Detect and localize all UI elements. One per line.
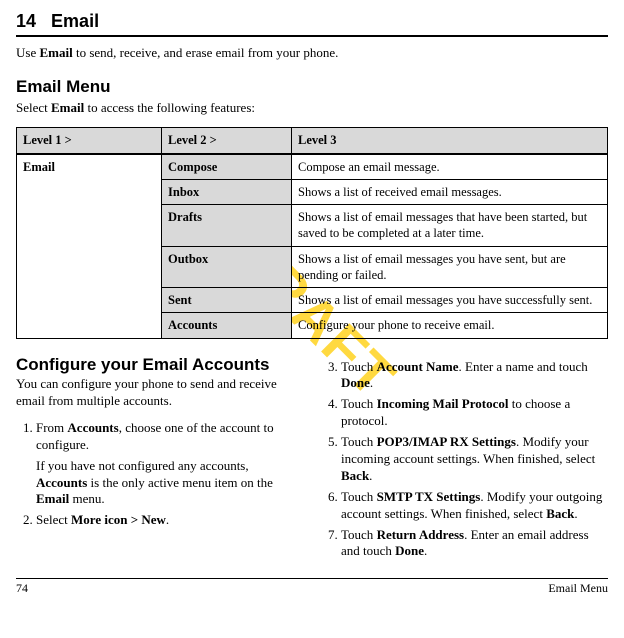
level2-cell: Inbox bbox=[162, 179, 292, 204]
configure-heading: Configure your Email Accounts bbox=[16, 355, 303, 375]
chapter-number: 14 bbox=[16, 11, 36, 31]
text: Touch bbox=[341, 359, 377, 374]
text-bold: Email bbox=[39, 45, 72, 60]
text-bold: SMTP TX Settings bbox=[377, 489, 481, 504]
text: . bbox=[166, 512, 169, 527]
text: Select bbox=[36, 512, 71, 527]
text: Select bbox=[16, 100, 51, 115]
text-bold: Return Address bbox=[377, 527, 465, 542]
text-bold: Accounts bbox=[67, 420, 118, 435]
text: to access the following features: bbox=[84, 100, 255, 115]
text-bold: Back bbox=[546, 506, 574, 521]
text: . Enter a name and touch bbox=[459, 359, 588, 374]
col-header-level1: Level 1 > bbox=[17, 128, 162, 154]
level3-cell: Shows a list of email messages you have … bbox=[292, 246, 608, 288]
right-column: Touch Account Name. Enter a name and tou… bbox=[321, 355, 608, 565]
list-item: Touch Account Name. Enter a name and tou… bbox=[341, 359, 608, 393]
level2-cell: Compose bbox=[162, 154, 292, 180]
text: . bbox=[424, 543, 427, 558]
list-item: Touch Return Address. Enter an email add… bbox=[341, 527, 608, 561]
level3-cell: Shows a list of received email messages. bbox=[292, 179, 608, 204]
text: . bbox=[370, 375, 373, 390]
footer-section: Email Menu bbox=[548, 581, 608, 597]
text: . bbox=[574, 506, 577, 521]
email-menu-heading: Email Menu bbox=[16, 76, 608, 98]
text: Touch bbox=[341, 434, 377, 449]
page-footer: 74 Email Menu bbox=[16, 578, 608, 597]
text: menu. bbox=[69, 491, 104, 506]
steps-list-right: Touch Account Name. Enter a name and tou… bbox=[321, 359, 608, 561]
text: If you have not configured any accounts, bbox=[36, 458, 249, 473]
features-table: Level 1 > Level 2 > Level 3 Email Compos… bbox=[16, 127, 608, 338]
text: Touch bbox=[341, 396, 377, 411]
step-note: If you have not configured any accounts,… bbox=[36, 458, 303, 509]
page-number: 74 bbox=[16, 581, 28, 597]
chapter-header-row: 14 Email bbox=[16, 10, 608, 37]
chapter-intro: Use Email to send, receive, and erase em… bbox=[16, 45, 608, 62]
level1-cell: Email bbox=[17, 154, 162, 339]
text-bold: Account Name bbox=[377, 359, 459, 374]
chapter-title: 14 Email bbox=[16, 10, 608, 33]
text-bold: Accounts bbox=[36, 475, 87, 490]
text-bold: Back bbox=[341, 468, 369, 483]
list-item: Select More icon > New. bbox=[36, 512, 303, 529]
list-item: Touch SMTP TX Settings. Modify your outg… bbox=[341, 489, 608, 523]
text-bold: More icon > New bbox=[71, 512, 166, 527]
col-header-level2: Level 2 > bbox=[162, 128, 292, 154]
email-menu-intro: Select Email to access the following fea… bbox=[16, 100, 608, 117]
text-bold: Email bbox=[36, 491, 69, 506]
text: Touch bbox=[341, 527, 377, 542]
left-column: Configure your Email Accounts You can co… bbox=[16, 355, 303, 565]
text: From bbox=[36, 420, 67, 435]
text: Touch bbox=[341, 489, 377, 504]
text: Use bbox=[16, 45, 39, 60]
col-header-level3: Level 3 bbox=[292, 128, 608, 154]
text: . bbox=[369, 468, 372, 483]
level3-cell: Shows a list of email messages that have… bbox=[292, 205, 608, 247]
text-bold: Done bbox=[395, 543, 424, 558]
text-bold: POP3/IMAP RX Settings bbox=[377, 434, 516, 449]
text-bold: Incoming Mail Protocol bbox=[377, 396, 509, 411]
text-bold: Done bbox=[341, 375, 370, 390]
level3-cell: Shows a list of email messages you have … bbox=[292, 288, 608, 313]
list-item: Touch POP3/IMAP RX Settings. Modify your… bbox=[341, 434, 608, 485]
list-item: From Accounts, choose one of the account… bbox=[36, 420, 303, 508]
level2-cell: Sent bbox=[162, 288, 292, 313]
level2-cell: Drafts bbox=[162, 205, 292, 247]
level2-cell: Accounts bbox=[162, 313, 292, 338]
configure-desc: You can configure your phone to send and… bbox=[16, 376, 303, 410]
text: to send, receive, and erase email from y… bbox=[73, 45, 339, 60]
level2-cell: Outbox bbox=[162, 246, 292, 288]
text: is the only active menu item on the bbox=[87, 475, 273, 490]
table-row: Email Compose Compose an email message. bbox=[17, 154, 608, 180]
level3-cell: Compose an email message. bbox=[292, 154, 608, 180]
level3-cell: Configure your phone to receive email. bbox=[292, 313, 608, 338]
chapter-name: Email bbox=[51, 11, 99, 31]
list-item: Touch Incoming Mail Protocol to choose a… bbox=[341, 396, 608, 430]
two-column-layout: Configure your Email Accounts You can co… bbox=[16, 355, 608, 565]
text-bold: Email bbox=[51, 100, 84, 115]
steps-list-left: From Accounts, choose one of the account… bbox=[16, 420, 303, 529]
